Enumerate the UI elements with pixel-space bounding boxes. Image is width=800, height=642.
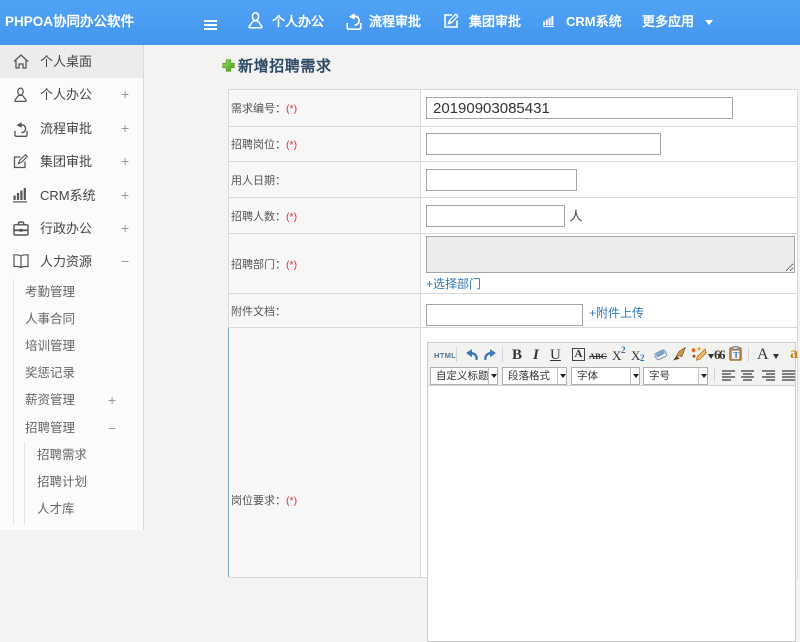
svg-text:T: T [733, 350, 739, 360]
